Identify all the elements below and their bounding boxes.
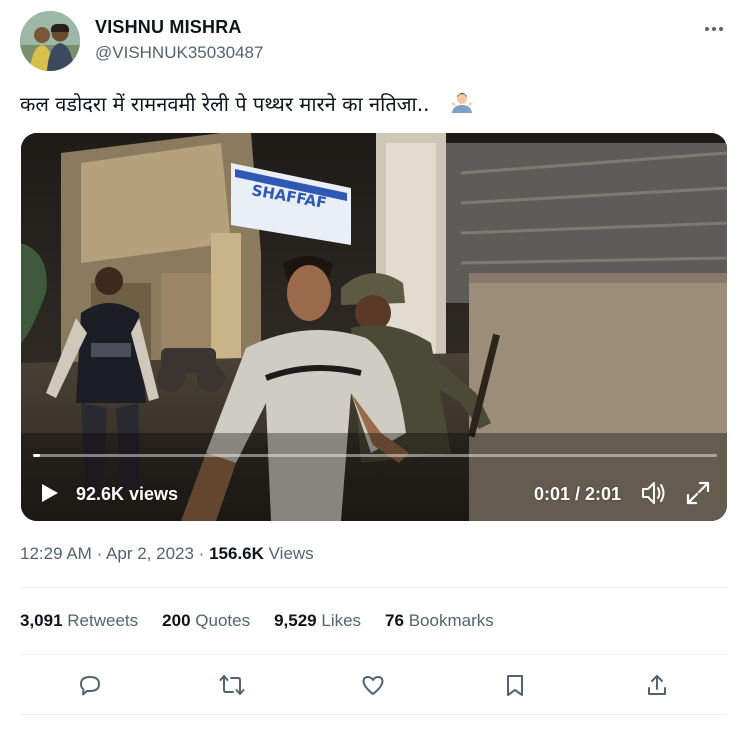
retweet-icon[interactable] (215, 668, 249, 702)
stat-label: Likes (321, 611, 362, 630)
video-views-label: 92.6K views (76, 484, 179, 504)
man-shrugging-emoji-icon (450, 91, 474, 120)
video-frame-image: SHAFFAF (21, 133, 727, 521)
tweet-meta: 12:29 AM · Apr 2, 2023 · 156.6K Views (20, 544, 314, 564)
meta-separator: · (96, 544, 103, 563)
stat-label: Bookmarks (408, 611, 494, 630)
tweet-text: कल वडोदरा में रामनवमी रेली पे पथ्थर मारन… (20, 90, 474, 120)
play-icon[interactable] (38, 482, 60, 504)
avatar-image (20, 11, 80, 71)
user-handle[interactable]: @VISHNUK35030487 (95, 43, 263, 63)
stat-likes[interactable]: 9,529 Likes (274, 611, 361, 631)
reply-icon[interactable] (73, 668, 107, 702)
stat-count: 3,091 (20, 611, 63, 630)
meta-separator: · (198, 544, 205, 563)
share-icon[interactable] (640, 668, 674, 702)
like-icon[interactable] (356, 668, 390, 702)
divider (20, 587, 727, 588)
stat-label: Retweets (67, 611, 139, 630)
tweet-date[interactable]: Apr 2, 2023 (106, 544, 194, 563)
fullscreen-icon[interactable] (685, 480, 711, 506)
video-progress-bar[interactable] (33, 454, 717, 457)
divider (20, 654, 727, 655)
stat-count: 200 (162, 611, 191, 630)
tweet-actions (20, 668, 727, 702)
tweet-header: VISHNU MISHRA @VISHNUK35030487 (20, 11, 730, 73)
more-options-icon[interactable] (702, 17, 726, 41)
volume-icon[interactable] (641, 480, 669, 506)
stat-quotes[interactable]: 200 Quotes (162, 611, 250, 631)
avatar[interactable] (20, 11, 80, 71)
stat-label: Quotes (195, 611, 251, 630)
views-label: Views (268, 544, 314, 563)
stat-retweets[interactable]: 3,091 Retweets (20, 611, 138, 631)
engagement-stats: 3,091 Retweets 200 Quotes 9,529 Likes 76… (20, 611, 518, 631)
tweet-time[interactable]: 12:29 AM (20, 544, 92, 563)
views-count: 156.6K (209, 544, 264, 563)
tweet-text-content: कल वडोदरा में रामनवमी रेली पे पथ्थर मारन… (20, 92, 430, 116)
display-name[interactable]: VISHNU MISHRA (95, 17, 242, 38)
stat-count: 76 (385, 611, 404, 630)
stat-count: 9,529 (274, 611, 317, 630)
bookmark-icon[interactable] (498, 668, 532, 702)
video-time-label: 0:01 / 2:01 (534, 484, 622, 504)
stat-bookmarks[interactable]: 76 Bookmarks (385, 611, 494, 631)
divider (20, 714, 727, 715)
video-player[interactable]: SHAFFAF 92.6K views 0:01 / 2:01 (21, 133, 727, 521)
video-progress-fill (33, 454, 40, 457)
